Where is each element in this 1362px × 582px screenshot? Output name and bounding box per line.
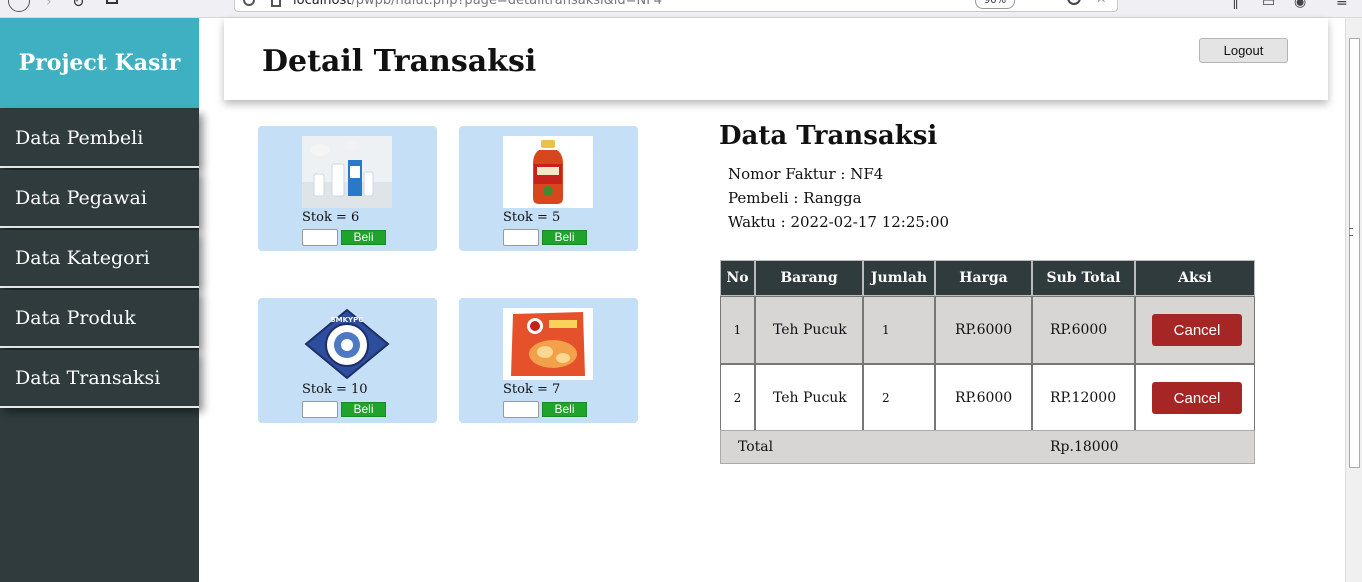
- table-cell-subtotal: RP.6000: [1032, 296, 1135, 364]
- quantity-input[interactable]: [503, 401, 539, 418]
- table-cell-subtotal: RP.12000: [1032, 364, 1135, 432]
- transaction-time: Waktu : 2022-02-17 12:25:00: [728, 213, 949, 231]
- column-header-jumlah: Jumlah: [863, 260, 935, 296]
- account-icon[interactable]: ◉: [1294, 0, 1306, 10]
- brand-title[interactable]: Project Kasir: [0, 18, 199, 108]
- browser-toolbar: › ↻ localhost/pwpb/halut.php?page=detail…: [0, 0, 1362, 18]
- reload-icon[interactable]: ↻: [72, 0, 85, 11]
- quantity-input[interactable]: [503, 229, 539, 246]
- sidebar-item-data-transaksi[interactable]: Data Transaksi: [0, 350, 199, 408]
- home-icon[interactable]: [106, 0, 118, 4]
- time-label: Waktu :: [728, 213, 791, 231]
- product-card: SMKYPC Stok = 10 Beli: [258, 298, 437, 423]
- table-cell-jumlah: 2: [863, 364, 935, 432]
- table-cell-harga: RP.6000: [935, 296, 1032, 364]
- table-cell-jumlah: 1: [863, 296, 935, 364]
- table-cell-aksi: Cancel: [1135, 296, 1255, 364]
- product-stock: Stok = 6: [302, 210, 360, 225]
- url-host: localhost: [293, 0, 352, 8]
- quantity-input[interactable]: [302, 229, 338, 246]
- sidebar-item-data-pegawai[interactable]: Data Pegawai: [0, 170, 199, 228]
- column-header-aksi: Aksi: [1135, 260, 1255, 296]
- product-stock: Stok = 10: [302, 382, 368, 397]
- pocket-icon[interactable]: [1067, 0, 1081, 5]
- page-icon: [271, 0, 281, 7]
- buyer-label: Pembeli :: [728, 189, 804, 207]
- invoice-label: Nomor Faktur :: [728, 165, 851, 183]
- total-row: Total Rp.18000: [720, 430, 1255, 464]
- buy-button[interactable]: Beli: [341, 230, 386, 245]
- snack-pack-image: [503, 308, 593, 380]
- zoom-indicator[interactable]: 90%: [975, 0, 1015, 9]
- menu-icon[interactable]: ≡: [1336, 0, 1348, 10]
- sidebar: Project Kasir Data Pembeli Data Pegawai …: [0, 18, 199, 582]
- smkypc-logo-image: SMKYPC: [302, 308, 392, 380]
- buy-button[interactable]: Beli: [341, 402, 386, 417]
- product-card: Stok = 7 Beli: [459, 298, 638, 423]
- table-cell-aksi: Cancel: [1135, 364, 1255, 432]
- bookmark-star-icon[interactable]: ☆: [1095, 0, 1108, 6]
- table-cell-barang: Teh Pucuk: [755, 364, 863, 432]
- table-cell-no: 1: [720, 296, 755, 364]
- buyer-value: Rangga: [803, 189, 862, 207]
- page-scrollbar[interactable]: [1345, 18, 1362, 582]
- column-header-harga: Harga: [935, 260, 1032, 296]
- total-value: Rp.18000: [1050, 439, 1119, 455]
- milk-product-image: [302, 136, 392, 208]
- logo-top-text: SMKYPC: [331, 316, 364, 324]
- url-text: localhost/pwpb/halut.php?page=detailtran…: [293, 0, 662, 8]
- page-header: Detail Transaksi Logout: [224, 18, 1328, 100]
- column-header-subtotal: Sub Total: [1032, 260, 1135, 296]
- invoice-number: Nomor Faktur : NF4: [728, 165, 883, 183]
- table-cell-no: 2: [720, 364, 755, 432]
- buy-button[interactable]: Beli: [542, 230, 587, 245]
- table-cell-barang: Teh Pucuk: [755, 296, 863, 364]
- product-card: Stok = 6 Beli: [258, 126, 437, 251]
- product-card: Stok = 5 Beli: [459, 126, 638, 251]
- tea-bottle-image: [503, 136, 593, 208]
- product-stock: Stok = 5: [503, 210, 561, 225]
- library-icon[interactable]: ∥: [1232, 0, 1239, 10]
- column-header-barang: Barang: [755, 260, 863, 296]
- invoice-value: NF4: [850, 165, 884, 183]
- cancel-button[interactable]: Cancel: [1152, 314, 1242, 346]
- cancel-button[interactable]: Cancel: [1152, 382, 1242, 414]
- forward-icon[interactable]: ›: [46, 0, 52, 10]
- logout-button[interactable]: Logout: [1199, 38, 1288, 63]
- transaction-title: Data Transaksi: [719, 121, 938, 151]
- shield-icon: [243, 0, 255, 6]
- time-value: 2022-02-17 12:25:00: [790, 213, 950, 231]
- url-path: /pwpb/halut.php?page=detailtransaksi&id=…: [351, 0, 663, 8]
- sidebar-item-data-produk[interactable]: Data Produk: [0, 290, 199, 348]
- buy-button[interactable]: Beli: [542, 402, 587, 417]
- page-title: Detail Transaksi: [262, 44, 537, 79]
- table-cell-harga: RP.6000: [935, 364, 1032, 432]
- sidebar-item-data-pembeli[interactable]: Data Pembeli: [0, 110, 199, 168]
- column-header-no: No: [720, 260, 755, 296]
- buyer-name: Pembeli : Rangga: [728, 189, 862, 207]
- scrollbar-thumb[interactable]: [1349, 38, 1360, 468]
- product-stock: Stok = 7: [503, 382, 561, 397]
- quantity-input[interactable]: [302, 401, 338, 418]
- scrollbar-grip-icon: [1349, 228, 1353, 236]
- url-bar[interactable]: localhost/pwpb/halut.php?page=detailtran…: [234, 0, 1118, 12]
- sidebar-item-data-kategori[interactable]: Data Kategori: [0, 230, 199, 288]
- sidebar-toggle-icon[interactable]: ▭: [1262, 0, 1275, 10]
- back-icon[interactable]: [8, 0, 30, 12]
- total-label: Total: [738, 439, 774, 455]
